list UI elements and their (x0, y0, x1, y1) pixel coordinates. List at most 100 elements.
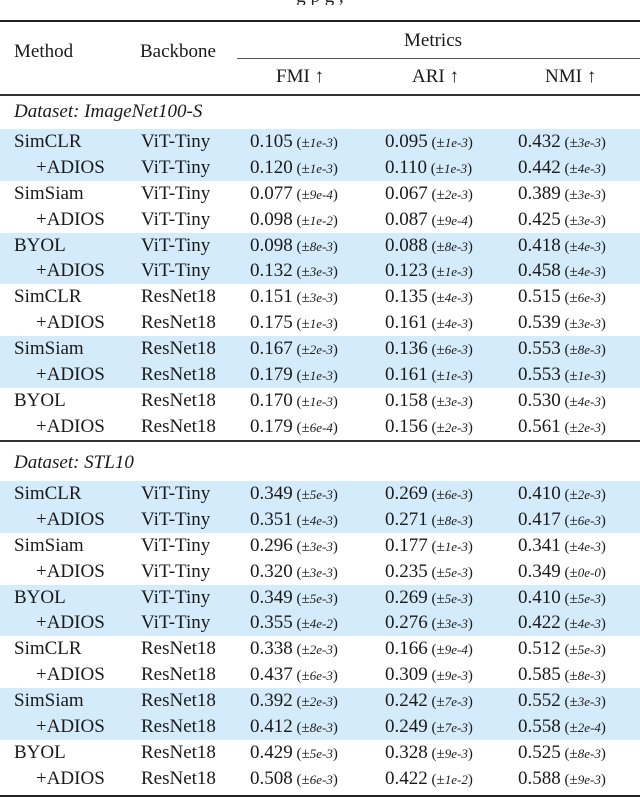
cell-fmi: 0.077 (±9e-4) (250, 181, 338, 209)
cell-method: SimCLR (14, 286, 82, 308)
std-value: 2e-3 (309, 642, 333, 658)
cell-fmi: 0.105 (±1e-3) (250, 129, 338, 157)
cell-nmi-std: (±3e-3) (560, 186, 606, 203)
cell-fmi-value: 0.098 (250, 208, 293, 230)
cell-ari-value: 0.088 (385, 234, 428, 256)
cell-nmi-std: (±2e-3) (560, 487, 606, 503)
cell-nmi: 0.417 (±6e-3) (518, 507, 606, 535)
cell-fmi: 0.167 (±2e-3) (250, 336, 338, 364)
cell-method: +ADIOS (36, 716, 105, 738)
cell-fmi: 0.412 (±8e-3) (250, 714, 338, 742)
table-row: +ADIOS ViT-Tiny 0.355 (±4e-2) 0.276 (±3e-3)… (0, 610, 640, 638)
cell-method: SimCLR (14, 131, 82, 152)
table-row: +ADIOS ViT-Tiny 0.320 (±3e-3) 0.235 (±5e-3)… (0, 559, 640, 585)
cell-fmi-std: (±1e-2) (292, 212, 338, 229)
cell-ari-value: 0.271 (385, 508, 428, 530)
cell-method: +ADIOS (36, 612, 105, 634)
cell-fmi-std: (±5e-3) (292, 745, 338, 762)
section-rows-imagenet100s: SimCLR ViT-Tiny 0.105 (±1e-3) 0.095 (±1e-3)… (0, 129, 640, 440)
std-value: 6e-4 (309, 419, 333, 435)
cell-method: +ADIOS (36, 664, 105, 686)
std-value: 5e-3 (444, 564, 468, 580)
cell-nmi-std: (±2e-3) (560, 419, 606, 436)
cell-fmi-std: (±4e-3) (292, 512, 338, 529)
table-row: SimCLR ResNet18 0.338 (±2e-3) 0.166 (±9e-4)… (0, 636, 640, 662)
cell-fmi-std: (±3e-3) (292, 290, 338, 307)
cell-fmi-std: (±1e-3) (292, 160, 338, 177)
cell-fmi-value: 0.105 (250, 131, 293, 152)
std-value: 8e-3 (309, 720, 333, 736)
table-row: +ADIOS ViT-Tiny 0.132 (±3e-3) 0.123 (±1e-3)… (0, 258, 640, 285)
cell-ari-value: 0.161 (385, 364, 428, 386)
cell-ari: 0.156 (±2e-3) (385, 414, 473, 442)
cell-nmi-value: 0.458 (518, 260, 561, 282)
cell-nmi: 0.422 (±4e-3) (518, 610, 606, 638)
cell-backbone: ViT-Tiny (141, 208, 211, 230)
cell-method: +ADIOS (36, 208, 105, 230)
cell-fmi-std: (±1e-3) (292, 368, 338, 385)
cell-ari-std: (±6e-3) (427, 342, 473, 359)
std-value: 4e-3 (577, 238, 601, 254)
cell-ari-value: 0.276 (385, 612, 428, 634)
cell-fmi: 0.355 (±4e-2) (250, 610, 338, 638)
section-rule (0, 440, 640, 442)
cell-ari: 0.309 (±9e-3) (385, 662, 473, 690)
cell-method: SimSiam (14, 690, 84, 712)
table-row: BYOL ResNet18 0.429 (±5e-3) 0.328 (±9e-3) 0.… (0, 740, 640, 766)
cell-ari-std: (±5e-3) (427, 564, 473, 581)
std-value: 2e-3 (309, 342, 333, 358)
cell-ari-std: (±9e-3) (427, 668, 473, 685)
cell-backbone: ViT-Tiny (141, 483, 211, 504)
cell-fmi-value: 0.349 (250, 586, 293, 608)
cell-fmi: 0.175 (±1e-3) (250, 310, 338, 338)
cell-method: BYOL (14, 234, 66, 256)
std-value: 4e-3 (577, 393, 601, 409)
cell-fmi-std: (±8e-3) (292, 238, 338, 255)
cell-fmi-std: (±2e-3) (292, 694, 338, 711)
cell-backbone: ViT-Tiny (141, 560, 211, 582)
cell-fmi-value: 0.320 (250, 560, 293, 582)
std-value: 1e-3 (577, 368, 601, 384)
std-value: 1e-3 (444, 160, 468, 176)
cell-ari: 0.087 (±9e-4) (385, 207, 473, 235)
std-value: 6e-3 (309, 668, 333, 684)
table-row: SimSiam ResNet18 0.392 (±2e-3) 0.242 (±7e-3… (0, 688, 640, 715)
cell-nmi-value: 0.525 (518, 741, 561, 763)
table-row: SimSiam ViT-Tiny 0.077 (±9e-4) 0.067 (±2e-3… (0, 181, 640, 207)
cell-backbone: ResNet18 (141, 312, 216, 334)
cell-backbone: ViT-Tiny (141, 182, 211, 204)
std-value: 2e-3 (444, 419, 468, 435)
std-value: 3e-3 (577, 694, 601, 710)
cell-fmi-value: 0.412 (250, 716, 293, 738)
cell-ari-value: 0.328 (385, 741, 428, 763)
cell-nmi-value: 0.418 (518, 234, 561, 256)
std-value: 4e-3 (444, 316, 468, 332)
std-value: 1e-2 (444, 771, 468, 787)
table-row: +ADIOS ViT-Tiny 0.351 (±4e-3) 0.271 (±8e-3)… (0, 506, 640, 535)
std-value: 3e-3 (577, 186, 601, 202)
cell-backbone: ResNet18 (141, 389, 216, 411)
cell-fmi-value: 0.355 (250, 612, 293, 634)
metrics-cmidrule (237, 58, 640, 60)
std-value: 2e-4 (577, 720, 601, 736)
cell-fmi-value: 0.437 (250, 664, 293, 686)
cell-ari-std: (±6e-3) (427, 487, 473, 503)
cell-backbone: ResNet18 (141, 767, 216, 789)
table-row: SimCLR ResNet18 0.151 (±3e-3) 0.135 (±4e-3)… (0, 284, 640, 310)
cell-nmi: 0.341 (±4e-3) (518, 533, 606, 561)
std-value: 8e-3 (444, 238, 468, 254)
cell-ari: 0.269 (±6e-3) (385, 481, 473, 509)
cell-nmi-value: 0.558 (518, 716, 561, 738)
cell-backbone: ResNet18 (141, 716, 216, 738)
cell-ari-std: (±1e-2) (427, 771, 473, 788)
cell-nmi-value: 0.442 (518, 156, 561, 178)
cell-nmi-std: (±8e-3) (560, 745, 606, 762)
cell-ari: 0.136 (±6e-3) (385, 336, 473, 364)
std-value: 3e-3 (309, 564, 333, 580)
cell-method: BYOL (14, 389, 66, 411)
std-value: 9e-3 (444, 745, 468, 761)
cell-nmi-std: (±8e-3) (560, 342, 606, 359)
cell-fmi-value: 0.132 (250, 260, 293, 282)
cell-nmi-value: 0.553 (518, 338, 561, 360)
cell-nmi-value: 0.588 (518, 767, 561, 789)
